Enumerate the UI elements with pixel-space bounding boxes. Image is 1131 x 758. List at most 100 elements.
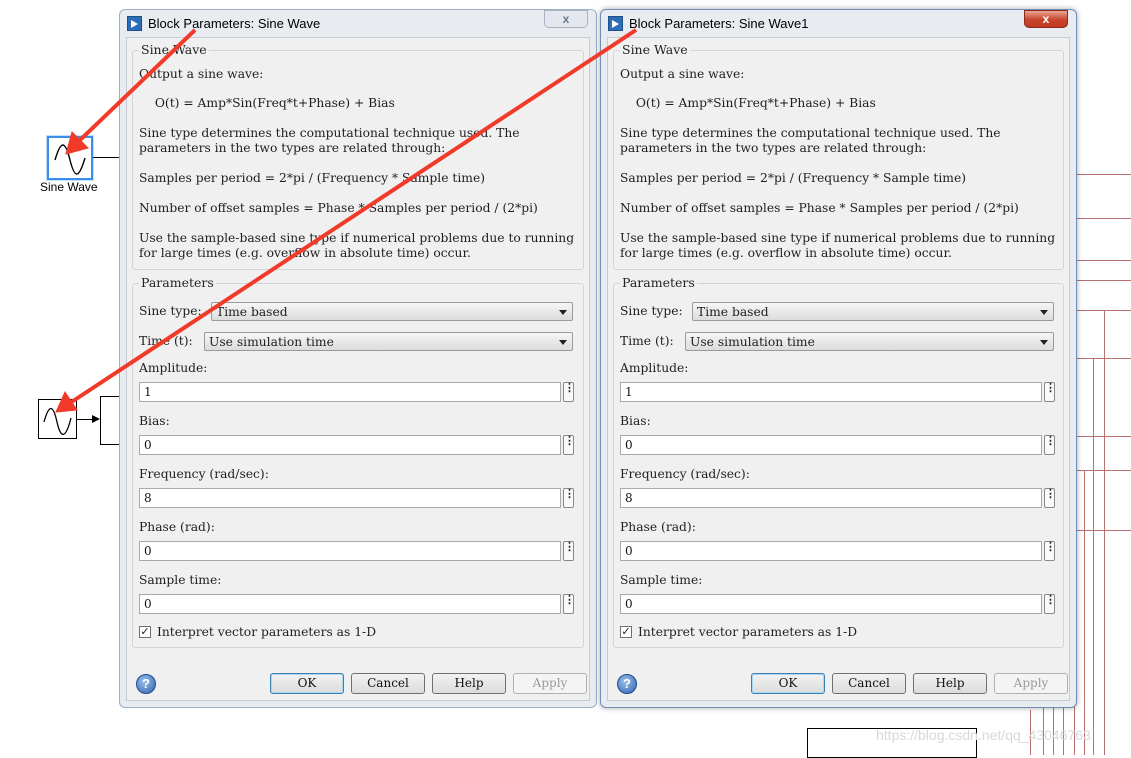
arrowhead-icon <box>92 415 100 423</box>
amplitude-input[interactable] <box>139 382 561 402</box>
amplitude-label: Amplitude: <box>139 361 208 375</box>
group-label: Sine Wave <box>139 42 209 57</box>
signal-line <box>1077 174 1131 175</box>
ok-button[interactable]: OK <box>751 673 825 694</box>
phase-field[interactable] <box>621 542 1041 560</box>
frequency-field[interactable] <box>621 489 1041 507</box>
description-line: Samples per period = 2*pi / (Frequency *… <box>620 171 967 185</box>
description-group: Sine Wave Output a sine wave: O(t) = Amp… <box>613 42 1064 270</box>
dialog-body: Sine Wave Output a sine wave: O(t) = Amp… <box>607 37 1070 701</box>
phase-label: Phase (rad): <box>620 520 696 534</box>
bias-input[interactable] <box>139 435 561 455</box>
frequency-label: Frequency (rad/sec): <box>139 467 269 481</box>
time-select[interactable]: Use simulation time <box>204 332 573 351</box>
chevron-down-icon <box>559 310 567 315</box>
chevron-down-icon <box>1040 310 1048 315</box>
group-label: Sine Wave <box>620 42 690 57</box>
description-line: for large times (e.g. overflow in absolu… <box>139 246 471 260</box>
chevron-down-icon <box>559 340 567 345</box>
sample-time-field[interactable] <box>621 595 1041 613</box>
sine-type-value: Time based <box>697 305 769 319</box>
signal-line <box>1093 358 1094 755</box>
bias-field[interactable] <box>140 436 560 454</box>
interpret-label: Interpret vector parameters as 1-D <box>638 625 858 639</box>
cancel-button[interactable]: Cancel <box>832 673 906 694</box>
phase-input[interactable] <box>139 541 561 561</box>
time-value: Use simulation time <box>690 335 815 349</box>
sine-wave-block[interactable] <box>47 136 93 180</box>
help-icon[interactable]: ? <box>136 674 156 694</box>
interpret-label: Interpret vector parameters as 1-D <box>157 625 377 639</box>
title-bar[interactable]: Block Parameters: Sine Wave x <box>120 10 596 37</box>
interpret-checkbox[interactable]: ✓ <box>620 626 632 638</box>
description-line: O(t) = Amp*Sin(Freq*t+Phase) + Bias <box>628 96 876 110</box>
sine-type-value: Time based <box>216 305 288 319</box>
sine-wave-block-label: Sine Wave <box>40 180 98 194</box>
amplitude-field[interactable] <box>621 383 1041 401</box>
signal-line <box>1077 218 1131 219</box>
close-icon[interactable]: x <box>1024 10 1068 28</box>
sine-type-label: Sine type: <box>139 304 202 318</box>
more-options-button[interactable]: ⋮ <box>563 435 575 455</box>
frequency-label: Frequency (rad/sec): <box>620 467 750 481</box>
sample-time-field[interactable] <box>140 595 560 613</box>
sine-type-select[interactable]: Time based <box>211 302 573 321</box>
sine-wave-icon <box>54 144 86 175</box>
chevron-down-icon <box>1040 340 1048 345</box>
help-button[interactable]: Help <box>913 673 987 694</box>
time-value: Use simulation time <box>209 335 334 349</box>
signal-line <box>1084 470 1085 755</box>
frequency-input[interactable] <box>139 488 561 508</box>
more-options-button[interactable]: ⋮ <box>1044 435 1056 455</box>
description-line: Use the sample-based sine type if numeri… <box>620 231 1056 245</box>
bias-label: Bias: <box>620 414 651 428</box>
more-options-button[interactable]: ⋮ <box>1044 382 1056 402</box>
bias-field[interactable] <box>621 436 1041 454</box>
title-bar[interactable]: Block Parameters: Sine Wave1 x <box>601 10 1076 37</box>
ok-button[interactable]: OK <box>270 673 344 694</box>
description-line: parameters in the two types are related … <box>620 141 927 155</box>
phase-field[interactable] <box>140 542 560 560</box>
more-options-button[interactable]: ⋮ <box>1044 488 1056 508</box>
downstream-block[interactable] <box>100 396 120 445</box>
help-icon[interactable]: ? <box>617 674 637 694</box>
description-line: Samples per period = 2*pi / (Frequency *… <box>139 171 486 185</box>
group-label: Parameters <box>139 275 216 290</box>
sine-type-select[interactable]: Time based <box>692 302 1054 321</box>
description-line: Output a sine wave: <box>139 67 264 81</box>
amplitude-field[interactable] <box>140 383 560 401</box>
sine-wave1-block[interactable] <box>38 399 77 439</box>
more-options-button[interactable]: ⋮ <box>563 382 575 402</box>
cancel-button[interactable]: Cancel <box>351 673 425 694</box>
more-options-button[interactable]: ⋮ <box>563 541 575 561</box>
time-select[interactable]: Use simulation time <box>685 332 1054 351</box>
more-options-button[interactable]: ⋮ <box>1044 541 1056 561</box>
signal-line <box>1077 260 1131 261</box>
description-line: Sine type determines the computational t… <box>620 126 1001 140</box>
description-line: Sine type determines the computational t… <box>139 126 520 140</box>
amplitude-label: Amplitude: <box>620 361 689 375</box>
sample-time-input[interactable] <box>139 594 561 614</box>
more-options-button[interactable]: ⋮ <box>1044 594 1056 614</box>
frequency-input[interactable] <box>620 488 1042 508</box>
bias-input[interactable] <box>620 435 1042 455</box>
interpret-checkbox[interactable]: ✓ <box>139 626 151 638</box>
apply-button[interactable]: Apply <box>994 673 1068 694</box>
signal-line <box>93 157 120 158</box>
frequency-field[interactable] <box>140 489 560 507</box>
amplitude-input[interactable] <box>620 382 1042 402</box>
description-line: Number of offset samples = Phase * Sampl… <box>139 201 538 215</box>
more-options-button[interactable]: ⋮ <box>563 594 575 614</box>
help-button[interactable]: Help <box>432 673 506 694</box>
sample-time-label: Sample time: <box>620 573 703 587</box>
close-icon[interactable]: x <box>544 10 588 28</box>
description-group: Sine Wave Output a sine wave: O(t) = Amp… <box>132 42 584 270</box>
block-parameters-dialog-sine-wave: Block Parameters: Sine Wave x Sine Wave … <box>119 9 597 708</box>
phase-input[interactable] <box>620 541 1042 561</box>
watermark: https://blog.csdn.net/qq_43046763 <box>876 727 1091 743</box>
dialog-body: Sine Wave Output a sine wave: O(t) = Amp… <box>126 37 590 701</box>
apply-button[interactable]: Apply <box>513 673 587 694</box>
group-label: Parameters <box>620 275 697 290</box>
sample-time-input[interactable] <box>620 594 1042 614</box>
more-options-button[interactable]: ⋮ <box>563 488 575 508</box>
